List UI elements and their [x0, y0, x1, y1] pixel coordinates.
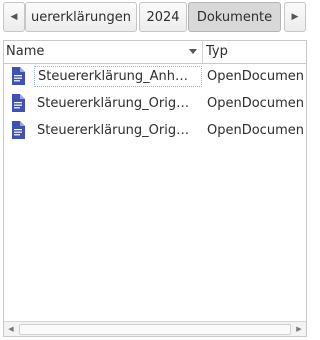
breadcrumb-dokumente[interactable]: Dokumente [188, 2, 281, 32]
arrow-right-icon: ▶ [296, 325, 302, 333]
file-type: OpenDocumen [207, 96, 304, 111]
file-rows: Steuererklärung_Anh… OpenDocumen Steuere… [4, 63, 306, 144]
file-row[interactable]: Steuererklärung_Anh… OpenDocumen [4, 63, 306, 90]
chevron-left-icon: ◀ [10, 12, 18, 22]
breadcrumb-2024[interactable]: 2024 [139, 2, 187, 32]
file-type: OpenDocumen [207, 69, 304, 84]
path-scroll-left-button[interactable]: ◀ [3, 2, 25, 32]
sort-descending-icon [189, 49, 197, 54]
breadcrumb-steuererklaerungen[interactable]: uererklärungen [25, 2, 137, 32]
path-scroll-right-button[interactable]: ▶ [284, 2, 306, 32]
column-header-name[interactable]: Name [4, 41, 203, 63]
file-name: Steuererklärung_Orig… [37, 96, 190, 111]
column-header-label: Name [6, 44, 45, 59]
scrollbar-thumb[interactable] [19, 324, 291, 335]
document-icon [12, 67, 25, 85]
path-bar: ◀ uererklärungen 2024 Dokumente ▶ [0, 0, 310, 38]
column-header: Name Typ [4, 41, 306, 64]
horizontal-scrollbar[interactable]: ◀ ▶ [4, 321, 306, 336]
file-list: Name Typ Steuererklärung_Anh… OpenDocume… [3, 40, 307, 337]
breadcrumb-label: 2024 [146, 9, 180, 25]
document-icon [12, 121, 25, 139]
file-type: OpenDocumen [207, 123, 304, 138]
document-icon [12, 94, 25, 112]
column-header-label: Typ [206, 44, 228, 59]
scroll-left-button[interactable]: ◀ [4, 322, 18, 336]
breadcrumb-label: Dokumente [196, 9, 273, 25]
file-name: Steuererklärung_Orig… [37, 123, 190, 138]
breadcrumb-label: uererklärungen [30, 9, 132, 25]
arrow-left-icon: ◀ [8, 325, 14, 333]
scroll-right-button[interactable]: ▶ [292, 322, 306, 336]
file-row[interactable]: Steuererklärung_Orig… OpenDocumen [4, 117, 306, 144]
chevron-right-icon: ▶ [291, 12, 299, 22]
file-name: Steuererklärung_Anh… [34, 66, 202, 87]
column-header-type[interactable]: Typ [204, 41, 306, 63]
file-row[interactable]: Steuererklärung_Orig… OpenDocumen [4, 90, 306, 117]
